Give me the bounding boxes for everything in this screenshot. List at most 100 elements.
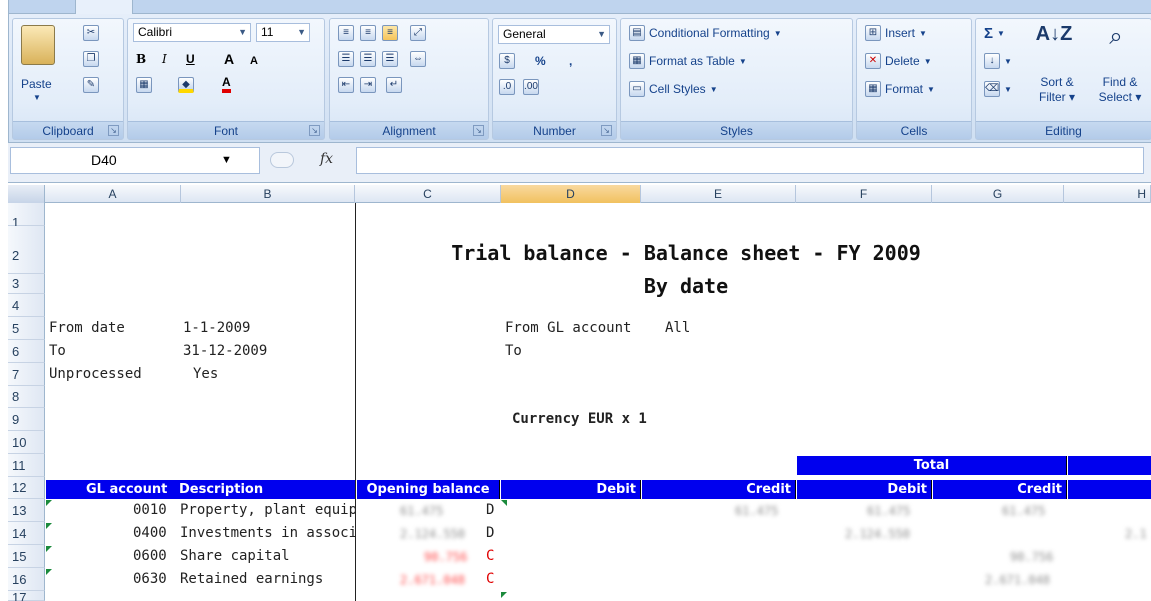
- borders-button[interactable]: ▦: [136, 75, 152, 95]
- font-size-select[interactable]: 11 ▼: [256, 23, 310, 42]
- row-header-4[interactable]: 4: [8, 294, 45, 317]
- row-header-9[interactable]: 9: [8, 408, 45, 431]
- formula-divider-handle[interactable]: [270, 152, 294, 168]
- merge-button[interactable]: ⇔: [410, 49, 426, 69]
- increase-indent-button[interactable]: ⇥: [360, 75, 376, 95]
- font-name-select[interactable]: Calibri ▼: [133, 23, 251, 42]
- number-launcher-icon[interactable]: ↘: [601, 125, 612, 136]
- format-painter-button[interactable]: ✎: [83, 75, 99, 95]
- paste-button[interactable]: Paste: [21, 77, 52, 91]
- row-header-15[interactable]: 15: [8, 545, 45, 568]
- grow-font-button[interactable]: A: [224, 49, 234, 69]
- orientation-button[interactable]: ⤢: [410, 23, 426, 43]
- column-header-f[interactable]: F: [796, 185, 932, 203]
- format-painter-icon: ✎: [83, 77, 99, 93]
- column-header-a[interactable]: A: [45, 185, 181, 203]
- conditional-formatting-button[interactable]: ▤ Conditional Formatting ▼: [629, 23, 782, 43]
- insert-button[interactable]: ⊞ Insert ▼: [865, 23, 927, 43]
- column-header-b[interactable]: B: [181, 185, 355, 203]
- paste-icon[interactable]: [21, 25, 55, 65]
- chevron-down-icon[interactable]: ▼: [221, 148, 232, 173]
- clear-button[interactable]: ⌫ ▼: [984, 79, 1012, 99]
- total-credit-header: Credit: [933, 480, 1067, 499]
- row-header-10[interactable]: 10: [8, 431, 45, 454]
- column-header-g[interactable]: G: [932, 185, 1064, 203]
- shrink-font-button[interactable]: A: [250, 51, 258, 71]
- row-header-2[interactable]: 2: [8, 226, 45, 274]
- increase-decimal-button[interactable]: .0: [499, 77, 515, 97]
- column-header-d[interactable]: D: [501, 185, 641, 203]
- copy-button[interactable]: ❐: [83, 49, 99, 69]
- align-center-button[interactable]: ☰: [360, 49, 376, 69]
- italic-button[interactable]: I: [162, 49, 167, 69]
- sort-filter-button[interactable]: Sort & Filter ▾: [1032, 75, 1082, 105]
- row-header-17[interactable]: 17: [8, 591, 45, 601]
- sort-filter-icon[interactable]: A↓Z: [1034, 23, 1074, 57]
- row-header-3[interactable]: 3: [8, 274, 45, 294]
- gl-account-cell: 0010: [133, 502, 167, 518]
- delete-button[interactable]: ✕ Delete ▼: [865, 51, 932, 71]
- align-left-icon: ☰: [338, 51, 354, 67]
- tab-home[interactable]: [75, 0, 133, 14]
- increase-decimal-icon: .0: [499, 79, 515, 95]
- decrease-indent-button[interactable]: ⇤: [338, 75, 354, 95]
- format-as-table-button[interactable]: ▦ Format as Table ▼: [629, 51, 747, 71]
- align-center-icon: ☰: [360, 51, 376, 67]
- row-header-5[interactable]: 5: [8, 317, 45, 340]
- filter-label-text: Filter: [1038, 90, 1066, 104]
- align-bottom-button[interactable]: ≡: [382, 23, 398, 43]
- find-select-button[interactable]: Find & Select ▾: [1092, 75, 1148, 105]
- row-header-13[interactable]: 13: [8, 499, 45, 522]
- formula-input[interactable]: [356, 147, 1144, 174]
- cut-button[interactable]: ✂: [83, 23, 99, 43]
- column-header-e[interactable]: E: [641, 185, 796, 203]
- name-box[interactable]: D40 ▼: [10, 147, 260, 174]
- row-header-12[interactable]: 12: [8, 477, 45, 499]
- fill-color-button[interactable]: ◆: [178, 75, 194, 95]
- paste-dropdown-icon[interactable]: ▼: [33, 93, 41, 102]
- opening-balance-cell: 2.124.550: [400, 527, 466, 541]
- table-icon: ▦: [629, 53, 645, 69]
- row-header-11[interactable]: 11: [8, 454, 45, 477]
- cell-styles-button[interactable]: ▭ Cell Styles ▼: [629, 79, 718, 99]
- column-header-h[interactable]: H: [1064, 185, 1151, 203]
- row-header-7[interactable]: 7: [8, 363, 45, 386]
- comma-button[interactable]: ,: [569, 51, 572, 71]
- font-color-button[interactable]: A: [222, 75, 231, 93]
- format-button[interactable]: ▦ Format ▼: [865, 79, 935, 99]
- number-group: General ▼ $ % , .0 .00 Number ↘: [492, 18, 617, 140]
- alignment-label-text: Alignment: [382, 124, 436, 138]
- number-group-label: Number: [493, 121, 616, 139]
- insert-function-icon[interactable]: fx: [320, 151, 333, 167]
- format-cells-icon: ▦: [865, 81, 881, 97]
- chevron-down-icon: ▼: [927, 84, 935, 94]
- percent-button[interactable]: %: [535, 51, 546, 71]
- autosum-button[interactable]: Σ ▼: [984, 23, 1005, 43]
- styles-group-label: Styles: [621, 121, 852, 139]
- row-header-16[interactable]: 16: [8, 568, 45, 591]
- clipboard-launcher-icon[interactable]: ↘: [108, 125, 119, 136]
- align-middle-button[interactable]: ≡: [360, 23, 376, 43]
- align-right-button[interactable]: ☰: [382, 49, 398, 69]
- row-header-8[interactable]: 8: [8, 386, 45, 408]
- row-header-1[interactable]: 1: [8, 203, 45, 230]
- binoculars-icon[interactable]: ⌕: [1094, 23, 1138, 57]
- row-header-14[interactable]: 14: [8, 522, 45, 545]
- row-header-6[interactable]: 6: [8, 340, 45, 363]
- wrap-text-button[interactable]: ↵: [386, 75, 402, 95]
- align-top-button[interactable]: ≡: [338, 23, 354, 43]
- delete-label: Delete: [885, 54, 920, 68]
- column-header-c[interactable]: C: [355, 185, 501, 203]
- align-top-icon: ≡: [338, 25, 354, 41]
- underline-button[interactable]: U: [186, 49, 195, 69]
- number-format-select[interactable]: General ▼: [498, 25, 610, 44]
- bold-button[interactable]: B: [136, 49, 146, 69]
- select-label: Select ▾: [1098, 90, 1142, 104]
- font-launcher-icon[interactable]: ↘: [309, 125, 320, 136]
- currency-button[interactable]: $: [499, 51, 515, 71]
- align-left-button[interactable]: ☰: [338, 49, 354, 69]
- select-all-corner[interactable]: [8, 185, 45, 203]
- decrease-decimal-button[interactable]: .00: [523, 77, 539, 97]
- fill-button[interactable]: ↓ ▼: [984, 51, 1012, 71]
- alignment-launcher-icon[interactable]: ↘: [473, 125, 484, 136]
